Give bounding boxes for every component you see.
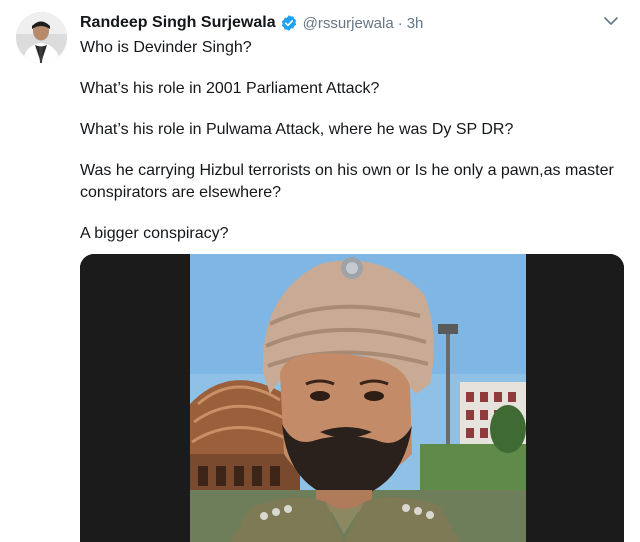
tweet-photo[interactable] <box>80 254 624 542</box>
separator-dot: · <box>397 14 403 32</box>
tweet-header: Randeep Singh Surjewala @rssurjewala · 3… <box>80 12 423 34</box>
timestamp[interactable]: 3h <box>407 15 424 32</box>
tweet-text: Who is Devinder Singh? What’s his role i… <box>80 37 628 264</box>
photo-image <box>80 254 624 542</box>
tweet-line: What’s his role in Pulwama Attack, where… <box>80 121 514 138</box>
tweet-line: Was he carrying Hizbul terrorists on his… <box>80 162 619 201</box>
handle[interactable]: @rssurjewala <box>303 15 394 32</box>
verified-badge-icon <box>280 14 298 32</box>
tweet-line: A bigger conspiracy? <box>80 225 229 242</box>
chevron-down-icon[interactable] <box>602 14 620 28</box>
display-name[interactable]: Randeep Singh Surjewala <box>80 14 276 32</box>
tweet-card[interactable]: Randeep Singh Surjewala @rssurjewala · 3… <box>0 0 640 542</box>
tweet-line: Who is Devinder Singh? <box>80 39 252 56</box>
tweet-line: What’s his role in 2001 Parliament Attac… <box>80 80 380 97</box>
avatar[interactable] <box>16 12 67 63</box>
